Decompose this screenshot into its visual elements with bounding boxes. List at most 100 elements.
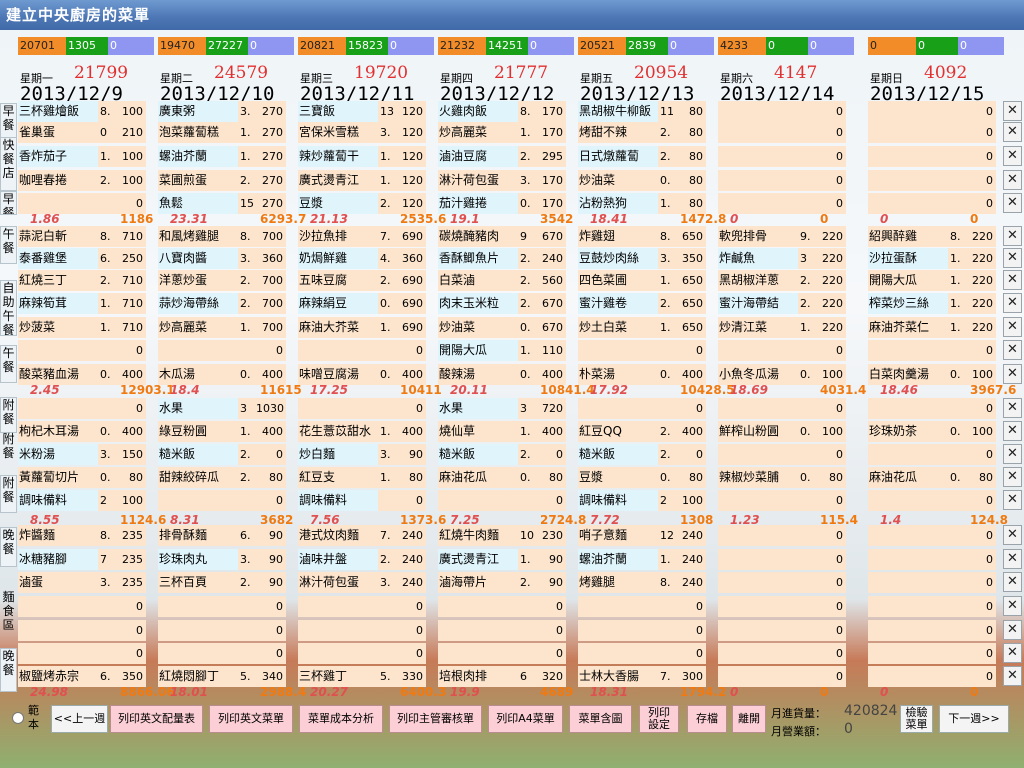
dish-qty[interactable]: 0 — [816, 490, 846, 511]
dish-cost[interactable] — [798, 340, 816, 361]
menu-cell[interactable]: 0 — [868, 572, 996, 593]
dish-cost[interactable]: 2. — [378, 270, 396, 291]
dish-name[interactable]: 麻油花瓜 — [438, 467, 518, 488]
menu-cell[interactable]: 0 — [868, 101, 996, 122]
menu-cell[interactable]: 調味備料 2 100 — [18, 490, 146, 511]
menu-cell[interactable]: 三寶飯 13 120 — [298, 101, 426, 122]
dish-cost[interactable]: 2. — [238, 444, 256, 465]
close-icon[interactable]: ✕ — [1003, 248, 1022, 268]
dish-cost[interactable]: 3 — [798, 248, 816, 269]
dish-name[interactable]: 日式燉蘿蔔 — [578, 146, 658, 167]
menu-cell[interactable]: 螺油芥蘭 1. 270 — [158, 146, 286, 167]
dish-cost[interactable]: 0. — [518, 193, 536, 214]
dish-cost[interactable]: 2. — [238, 467, 256, 488]
menu-cell[interactable]: 沾粉熱狗 1. 80 — [578, 193, 706, 214]
menu-cell[interactable]: 滷油豆腐 2. 295 — [438, 146, 566, 167]
dish-qty[interactable]: 120 — [396, 146, 426, 167]
dish-qty[interactable]: 700 — [256, 293, 286, 314]
menu-cell[interactable]: 0 — [438, 620, 566, 641]
dish-name[interactable] — [298, 643, 378, 664]
dish-cost[interactable]: 3. — [378, 122, 396, 143]
dish-qty[interactable]: 0 — [396, 490, 426, 511]
menu-cell[interactable]: 士林大香腸 7. 300 — [578, 666, 706, 687]
dish-name[interactable]: 排骨酥麵 — [158, 525, 238, 546]
menu-cell[interactable]: 0 — [868, 340, 996, 361]
dish-cost[interactable]: 1. — [518, 122, 536, 143]
menu-cell[interactable]: 廣式燙青江 1. 120 — [298, 170, 426, 191]
dish-cost[interactable]: 1. — [518, 421, 536, 442]
menu-cell[interactable]: 白菜肉羹湯 0. 100 — [868, 364, 996, 385]
dish-qty[interactable]: 0 — [816, 596, 846, 617]
dish-qty[interactable]: 0 — [676, 643, 706, 664]
dish-qty[interactable]: 0 — [676, 444, 706, 465]
dish-name[interactable] — [18, 340, 98, 361]
menu-cell[interactable]: 三杯百頁 2. 90 — [158, 572, 286, 593]
menu-cell[interactable]: 調味備料 2 100 — [578, 490, 706, 511]
dish-cost[interactable]: 3. — [378, 444, 396, 465]
dish-cost[interactable]: 2. — [378, 549, 396, 570]
dish-qty[interactable]: 240 — [676, 572, 706, 593]
dish-cost[interactable] — [658, 398, 676, 419]
menu-cell[interactable]: 紅燒三丁 2. 710 — [18, 270, 146, 291]
menu-cell[interactable]: 鮮榨山粉圓 0. 100 — [718, 421, 846, 442]
menu-cell[interactable]: 烤甜不辣 2. 80 — [578, 122, 706, 143]
dish-qty[interactable]: 330 — [396, 666, 426, 687]
dish-qty[interactable]: 150 — [116, 444, 146, 465]
dish-name[interactable]: 炸鹹魚 — [718, 248, 798, 269]
dish-cost[interactable] — [798, 146, 816, 167]
menu-cell[interactable]: 0 — [718, 490, 846, 511]
dish-name[interactable]: 八寶肉醬 — [158, 248, 238, 269]
dish-qty[interactable]: 80 — [116, 467, 146, 488]
dish-name[interactable]: 菜圃煎蛋 — [158, 170, 238, 191]
menu-cell[interactable]: 珍珠肉丸 3. 90 — [158, 549, 286, 570]
dish-qty[interactable]: 400 — [536, 364, 566, 385]
dish-cost[interactable] — [948, 146, 966, 167]
menu-cell[interactable]: 0 — [718, 572, 846, 593]
dish-name[interactable]: 五味豆腐 — [298, 270, 378, 291]
menu-cell[interactable]: 糙米飯 2. 0 — [438, 444, 566, 465]
print-a4-menu-button[interactable]: 列印A4菜單 — [488, 705, 563, 733]
dish-name[interactable]: 肉末玉米粒 — [438, 293, 518, 314]
dish-name[interactable]: 白菜滷 — [438, 270, 518, 291]
dish-cost[interactable]: 2. — [378, 193, 396, 214]
dish-cost[interactable] — [658, 643, 676, 664]
dish-name[interactable] — [438, 490, 518, 511]
dish-qty[interactable]: 700 — [256, 226, 286, 247]
dish-name[interactable]: 酸辣湯 — [438, 364, 518, 385]
menu-cell[interactable]: 0 — [868, 444, 996, 465]
menu-cell[interactable]: 炒高麗菜 1. 700 — [158, 317, 286, 338]
dish-cost[interactable] — [798, 596, 816, 617]
dish-name[interactable]: 辣炒蘿蔔干 — [298, 146, 378, 167]
dish-name[interactable]: 炸雞翅 — [578, 226, 658, 247]
dish-qty[interactable]: 0 — [396, 643, 426, 664]
menu-cell[interactable]: 0 — [868, 122, 996, 143]
menu-cost-analysis-button[interactable]: 菜單成本分析 — [299, 705, 383, 733]
dish-cost[interactable] — [658, 340, 676, 361]
dish-qty[interactable]: 0 — [676, 398, 706, 419]
dish-name[interactable]: 調味備料 — [578, 490, 658, 511]
dish-cost[interactable]: 7. — [658, 666, 676, 687]
dish-qty[interactable]: 0 — [966, 666, 996, 687]
dish-name[interactable] — [718, 666, 798, 687]
dish-qty[interactable]: 0 — [396, 340, 426, 361]
close-icon[interactable]: ✕ — [1003, 467, 1022, 487]
dish-qty[interactable]: 220 — [966, 293, 996, 314]
dish-name[interactable]: 三杯雞丁 — [298, 666, 378, 687]
dish-cost[interactable]: 9 — [518, 226, 536, 247]
dish-qty[interactable]: 240 — [396, 572, 426, 593]
dish-cost[interactable]: 7. — [378, 525, 396, 546]
dish-cost[interactable]: 1. — [658, 549, 676, 570]
dish-qty[interactable]: 560 — [536, 270, 566, 291]
dish-qty[interactable]: 690 — [396, 270, 426, 291]
menu-cell[interactable]: 火雞肉飯 8. 170 — [438, 101, 566, 122]
menu-cell[interactable]: 炒高麗菜 1. 170 — [438, 122, 566, 143]
menu-cell[interactable]: 辣椒炒菜脯 0. 80 — [718, 467, 846, 488]
dish-qty[interactable]: 0 — [256, 596, 286, 617]
dish-name[interactable] — [868, 596, 948, 617]
menu-cell[interactable]: 麻油芥菜仁 1. 220 — [868, 317, 996, 338]
dish-name[interactable]: 泡菜蘿蔔糕 — [158, 122, 238, 143]
dish-cost[interactable]: 1. — [658, 270, 676, 291]
dish-qty[interactable]: 0 — [816, 549, 846, 570]
dish-cost[interactable]: 1. — [518, 340, 536, 361]
menu-cell[interactable]: 0 — [718, 666, 846, 687]
